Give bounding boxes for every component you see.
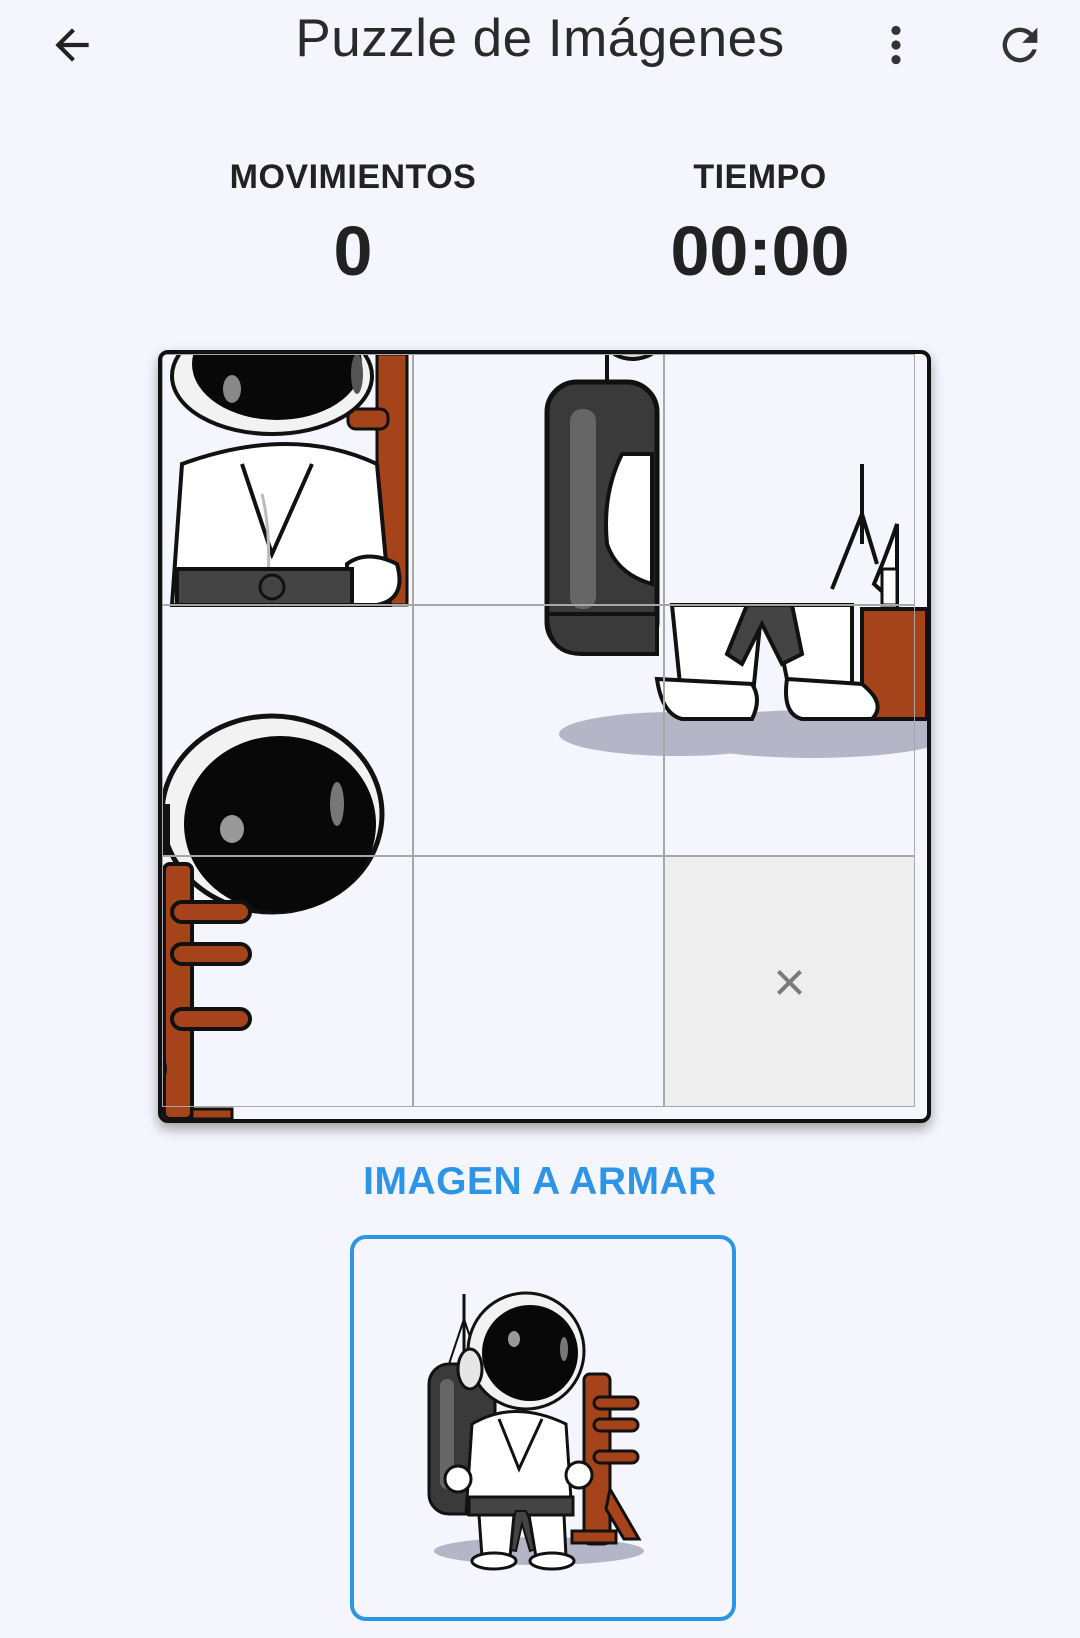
target-image-preview[interactable] [350, 1235, 736, 1621]
stats-panel: MOVIMIENTOS 0 TIEMPO 00:00 [0, 158, 1080, 298]
more-vert-icon [891, 25, 901, 65]
puzzle-tile[interactable] [413, 605, 664, 856]
moves-stat: MOVIMIENTOS 0 [153, 158, 553, 291]
app-bar: Puzzle de Imágenes [0, 0, 1080, 90]
puzzle-tile[interactable] [413, 354, 664, 605]
puzzle-tile[interactable] [162, 856, 413, 1107]
astronaut-karate-image [427, 1291, 644, 1571]
moves-value: 0 [333, 212, 373, 290]
puzzle-tile[interactable] [162, 354, 413, 605]
target-image-title: IMAGEN A ARMAR [363, 1160, 717, 1203]
puzzle-tile[interactable] [162, 605, 413, 856]
moves-label: MOVIMIENTOS [229, 158, 477, 196]
refresh-icon [1002, 27, 1038, 63]
time-stat: TIEMPO 00:00 [560, 158, 960, 291]
time-value: 00:00 [670, 212, 850, 290]
empty-tile[interactable]: × [664, 856, 915, 1107]
close-icon: × [773, 950, 806, 1013]
puzzle-tile[interactable] [664, 605, 915, 856]
puzzle-tile[interactable] [664, 354, 915, 605]
refresh-button[interactable] [970, 0, 1070, 90]
time-label: TIEMPO [693, 158, 827, 196]
more-options-button[interactable] [846, 0, 946, 90]
puzzle-board: × [158, 350, 931, 1123]
puzzle-tile[interactable] [413, 856, 664, 1107]
